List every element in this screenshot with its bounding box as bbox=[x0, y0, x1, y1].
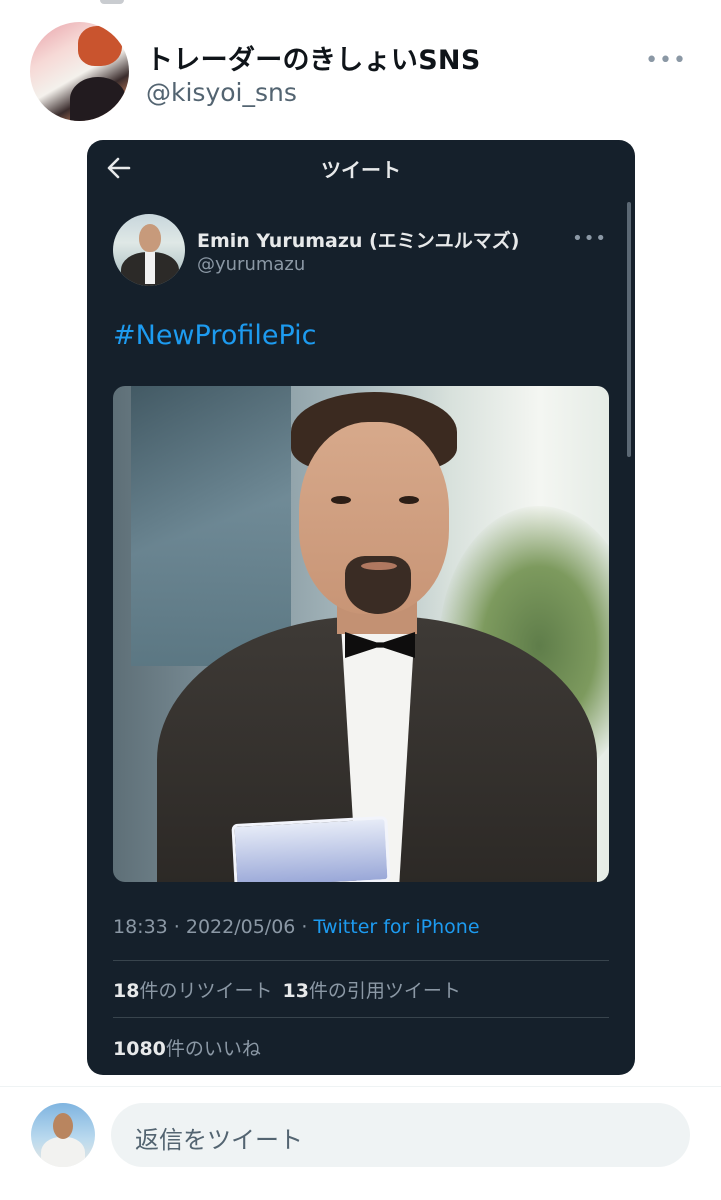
author-handle[interactable]: @kisyoi_sns bbox=[146, 78, 297, 107]
like-label: 件のいいね bbox=[165, 1038, 261, 1060]
tweet-author-avatar bbox=[113, 214, 185, 286]
avatar-hair bbox=[78, 26, 122, 66]
screenshot-title: ツイート bbox=[321, 158, 401, 182]
avatar-dress bbox=[70, 77, 126, 121]
avatar-head bbox=[139, 224, 161, 252]
more-options-icon[interactable]: ••• bbox=[645, 48, 687, 73]
quote-count: 13 bbox=[282, 980, 309, 1002]
photo-right-eye bbox=[399, 496, 419, 504]
avatar-head bbox=[53, 1113, 73, 1139]
scroll-edge bbox=[100, 0, 124, 4]
more-horizontal-icon: ••• bbox=[572, 228, 607, 249]
current-user-avatar[interactable] bbox=[31, 1103, 95, 1167]
divider bbox=[113, 1017, 609, 1018]
photo-playing-cards bbox=[231, 815, 391, 882]
retweet-label: 件のリツイート bbox=[139, 980, 273, 1002]
photo-left-eye bbox=[331, 496, 351, 504]
author-display-name[interactable]: トレーダーのきしょいSNS bbox=[146, 38, 481, 77]
screenshot-topbar: ツイート bbox=[87, 140, 635, 196]
tweet-metadata: 18:33 · 2022/05/06 · Twitter for iPhone bbox=[113, 916, 480, 938]
author-avatar[interactable] bbox=[30, 22, 129, 121]
retweet-count: 18 bbox=[113, 980, 140, 1002]
reply-input[interactable]: 返信をツイート bbox=[111, 1103, 690, 1167]
outer-tweet-header: トレーダーのきしょいSNS @kisyoi_sns ••• bbox=[30, 22, 691, 122]
tweet-text-hashtag: #NewProfilePic bbox=[113, 320, 317, 351]
tweet-likes-row: 1080件のいいね bbox=[113, 1034, 261, 1061]
tweet-client: Twitter for iPhone bbox=[313, 916, 480, 938]
tweet-author-handle: @yurumazu bbox=[197, 254, 306, 275]
tweet-author-name: Emin Yurumazu (エミンユルマズ) bbox=[197, 230, 520, 252]
reply-placeholder: 返信をツイート bbox=[135, 1126, 303, 1154]
screenshot-scrollbar bbox=[627, 202, 631, 457]
avatar-shirt bbox=[145, 252, 155, 284]
quote-label: 件の引用ツイート bbox=[308, 980, 461, 1002]
avatar-body bbox=[41, 1137, 85, 1167]
embedded-tweet-screenshot: ツイート Emin Yurumazu (エミンユルマズ) @yurumazu •… bbox=[87, 140, 635, 1075]
photo-background-painting bbox=[131, 386, 291, 666]
photo-mouth bbox=[361, 562, 397, 570]
like-count: 1080 bbox=[113, 1038, 166, 1060]
reply-divider bbox=[0, 1086, 721, 1087]
tweet-timestamp: 18:33 · 2022/05/06 · bbox=[113, 916, 314, 938]
divider bbox=[113, 960, 609, 961]
tweet-stats-row: 18件のリツイート 13件の引用ツイート bbox=[113, 976, 461, 1003]
tweet-photo bbox=[113, 386, 609, 882]
